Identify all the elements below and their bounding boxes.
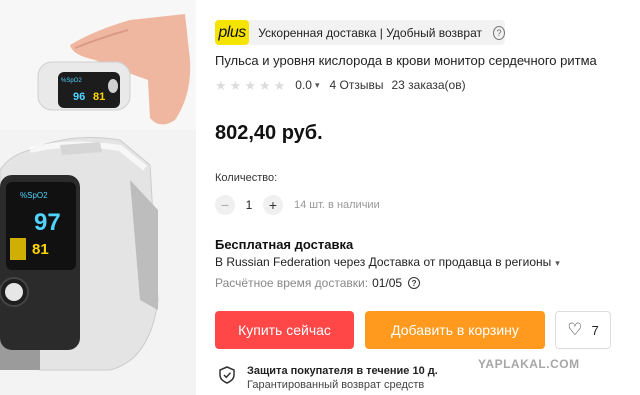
add-to-cart-button[interactable]: Добавить в корзину [365,311,545,349]
shipping-route-text: В Russian Federation через Доставка от п… [215,255,552,269]
star-icon: ★ [215,77,227,93]
wishlist-count: 7 [591,322,599,338]
buy-now-button[interactable]: Купить сейчас [215,311,354,349]
product-info-panel: plus Ускоренная доставка | Удобный возвр… [215,0,640,395]
chevron-down-icon[interactable]: ▾ [315,80,320,91]
quantity-decrease-button[interactable]: − [215,195,235,215]
star-icon: ★ [258,77,271,93]
question-icon[interactable]: ? [408,277,421,289]
quantity-value[interactable]: 1 [235,198,263,212]
rating-value[interactable]: 0.0 [295,78,312,92]
orders-count: 23 заказа(ов) [391,78,466,92]
promo-banner[interactable]: plus Ускоренная доставка | Удобный возвр… [215,20,505,45]
heart-icon: ♡ [567,320,583,339]
delivery-time-value: 01/05 [372,276,403,290]
star-icon: ★ [244,77,256,93]
quantity-increase-button[interactable]: + [263,195,283,215]
delivery-time: Расчётное время доставки: 01/05 ? [215,276,421,290]
stock-count: 14 шт. в наличии [294,199,380,211]
pulse-oximeter-illustration: %SpO2 96 81 %SpO2 97 81 [0,0,196,395]
quantity-stepper: − 1 + 14 шт. в наличии [215,195,380,215]
buyer-protection: Защита покупателя в течение 10 д. Гарант… [219,365,438,391]
rating-stars: ★ ★ ★ ★ ★ [215,79,285,92]
star-icon: ★ [273,77,286,93]
shipping-route[interactable]: В Russian Federation через Доставка от п… [215,255,570,269]
large-display-spo2-label: %SpO2 [20,191,48,200]
large-display-pr: 81 [32,241,49,258]
large-display-spo2: 97 [34,209,61,236]
protection-title: Защита покупателя в течение 10 д. [247,365,438,377]
wishlist-button[interactable]: ♡ 7 [555,311,611,349]
watermark: YAPLAKAL.COM [478,357,580,371]
product-price: 802,40 руб. [215,122,323,144]
product-image[interactable]: %SpO2 96 81 %SpO2 97 81 [0,0,196,395]
promo-text: Ускоренная доставка | Удобный возврат [258,25,482,40]
product-title: Пульса и уровня кислорода в крови монито… [215,53,597,68]
svg-text:%SpO2: %SpO2 [61,78,82,84]
rating-row: ★ ★ ★ ★ ★ 0.0 ▾ 4 Отзывы 23 заказа(ов) [215,78,466,92]
small-display-spo2: 96 [73,91,85,103]
shield-icon [219,366,235,384]
reviews-link[interactable]: 4 Отзывы [330,78,384,92]
protection-subtitle: Гарантированный возврат средств [247,379,425,391]
star-icon: ★ [229,77,242,93]
delivery-time-label: Расчётное время доставки: [215,276,369,290]
plus-logo: plus [215,20,250,45]
chevron-down-icon: ▾ [555,258,560,268]
small-display-pr: 81 [93,91,105,103]
quantity-label: Количество: [215,172,278,184]
shipping-title: Бесплатная доставка [215,237,354,252]
question-icon[interactable]: ? [493,25,505,40]
